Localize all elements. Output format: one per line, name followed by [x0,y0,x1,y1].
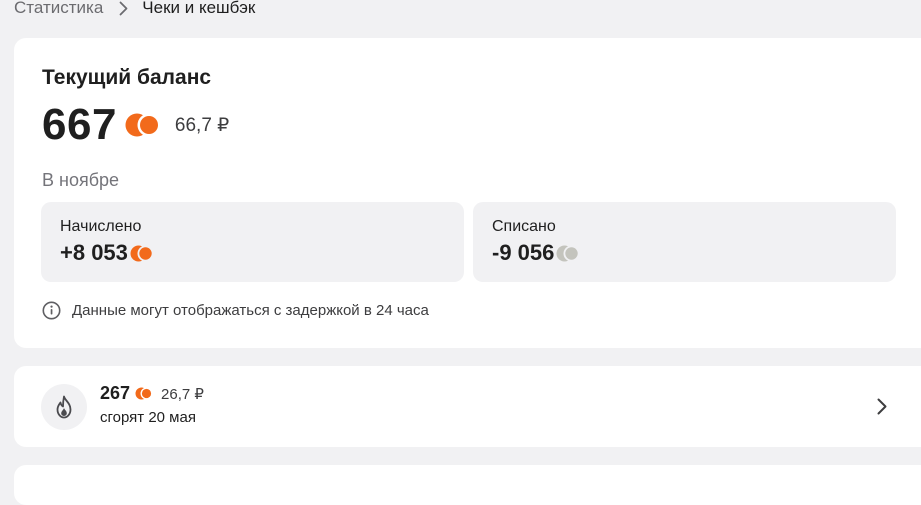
spent-value-row: -9 056 [492,240,580,266]
spent-label: Списано [492,218,556,235]
breadcrumb-statistics-link[interactable]: Статистика [14,0,103,18]
balance-title: Текущий баланс [42,66,212,89]
accrued-value-row: +8 053 [60,240,154,266]
accrued-label: Начислено [60,218,142,235]
chevron-right-icon[interactable] [876,397,888,416]
bonus-coin-icon [130,245,154,262]
breadcrumb-current: Чеки и кешбэк [142,0,256,17]
expiring-amount-row: 267 26,7 ₽ [100,383,204,404]
accrued-value: +8 053 [60,240,128,265]
expiring-date: сгорят 20 мая [100,409,196,426]
spent-value: -9 056 [492,240,555,265]
delay-notice: Данные могут отображаться с задержкой в … [42,301,429,320]
spent-box: Списано -9 056 [473,202,896,282]
chevron-right-icon [119,1,128,16]
bonus-coin-icon [135,387,153,400]
balance-rub-equivalent: 66,7 ₽ [174,114,230,136]
info-icon [42,301,61,320]
expiring-value: 267 [100,383,131,403]
expiring-rub-equivalent: 26,7 ₽ [161,385,204,403]
accrued-box: Начислено +8 053 [41,202,464,282]
bonus-coin-gray-icon [556,245,580,262]
breadcrumb: Статистика Чеки и кешбэк [14,0,255,20]
delay-notice-text: Данные могут отображаться с задержкой в … [72,302,429,319]
expiring-bonus-row[interactable]: 267 26,7 ₽ сгорят 20 мая [14,366,921,447]
period-label: В ноябре [42,170,120,190]
bonus-coin-icon [125,113,161,137]
fire-icon [41,384,87,430]
balance-card: Текущий баланс 667 66,7 ₽ В ноябре Начис… [14,38,921,348]
balance-row: 667 66,7 ₽ [42,100,229,150]
next-card [14,465,921,505]
balance-value: 667 [42,100,117,149]
